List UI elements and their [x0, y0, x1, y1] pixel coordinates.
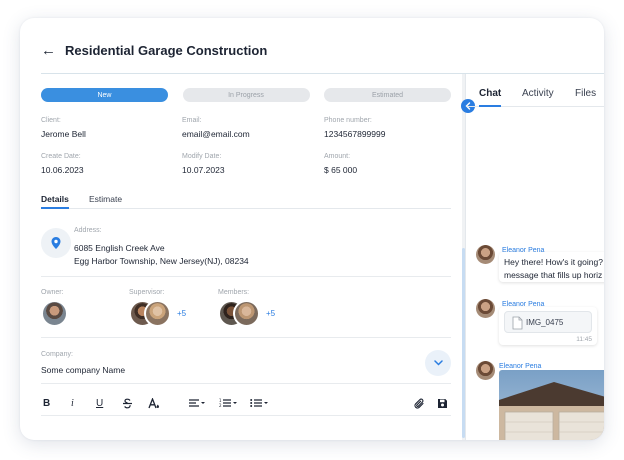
back-arrow-icon[interactable]: ← — [41, 43, 56, 58]
chat-panel: Chat Activity Files Eleanor Pena Hey the… — [466, 74, 604, 440]
location-pin-icon — [41, 228, 71, 258]
supervisor-group: Supervisor: +5 — [129, 289, 186, 327]
save-icon[interactable] — [437, 398, 448, 409]
avatar[interactable] — [144, 300, 171, 327]
members-more-count[interactable]: +5 — [266, 309, 275, 318]
amount-value: $ 65 000 — [324, 165, 358, 175]
tab-estimate[interactable]: Estimate — [89, 194, 122, 209]
company-section: Company: Some company Name — [41, 339, 451, 384]
members-group: Members: +5 — [218, 289, 275, 327]
text-editor-toolbar: B i U 12 — [41, 394, 451, 416]
email-info: Email: email@email.com — [182, 117, 312, 139]
phone-info: Phone number: 1234567899999 — [324, 117, 454, 139]
attach-icon[interactable] — [414, 398, 425, 410]
file-name: IMG_0475 — [526, 318, 564, 327]
message-text-line: message that fills up horiz — [504, 270, 603, 280]
file-icon — [512, 316, 523, 332]
status-in-progress[interactable]: In Progress — [182, 88, 310, 102]
client-label: Client: — [41, 117, 61, 124]
company-label: Company: — [41, 351, 73, 358]
address-label: Address: — [74, 227, 102, 234]
tab-files[interactable]: Files — [575, 88, 596, 107]
message-bubble: Hey there! How's it going? message that … — [499, 252, 604, 282]
client-value: Jerome Bell — [41, 129, 86, 139]
tab-details[interactable]: Details — [41, 194, 69, 209]
file-attachment[interactable]: IMG_0475 — [504, 311, 592, 333]
address-section: Address: 6085 English Creek Ave Egg Harb… — [41, 220, 451, 277]
avatar[interactable] — [41, 300, 68, 327]
text-color-icon[interactable] — [148, 398, 160, 409]
garage-photo[interactable] — [499, 370, 604, 440]
amount-info: Amount: $ 65 000 — [324, 153, 454, 175]
owner-label: Owner: — [41, 289, 64, 296]
project-window: ← Residential Garage Construction New In… — [20, 18, 604, 440]
message-text-line: Hey there! How's it going? — [504, 257, 603, 267]
svg-text:2: 2 — [219, 403, 222, 408]
address-line-2: Egg Harbor Township, New Jersey(NJ), 082… — [74, 256, 249, 266]
page-title: Residential Garage Construction — [65, 42, 268, 58]
owner-group: Owner: — [41, 289, 68, 327]
supervisor-more-count[interactable]: +5 — [177, 309, 186, 318]
modify-date-value: 10.07.2023 — [182, 165, 225, 175]
create-date-value: 10.06.2023 — [41, 165, 84, 175]
strikethrough-icon[interactable] — [122, 398, 133, 409]
project-details-panel: New In Progress Estimated Client: Jerome… — [41, 74, 451, 440]
numbered-list-icon[interactable]: 12 — [219, 398, 238, 408]
message-time: 11:45 — [576, 336, 592, 343]
underline-button[interactable]: U — [96, 398, 103, 409]
amount-label: Amount: — [324, 153, 351, 160]
email-value[interactable]: email@email.com — [182, 129, 312, 139]
bold-button[interactable]: B — [43, 398, 50, 409]
avatar[interactable] — [476, 299, 495, 318]
create-date-label: Create Date: — [41, 153, 81, 160]
page-header: ← Residential Garage Construction — [41, 40, 267, 60]
phone-value[interactable]: 1234567899999 — [324, 129, 454, 139]
tab-activity[interactable]: Activity — [522, 88, 554, 107]
status-estimated[interactable]: Estimated — [324, 88, 451, 102]
avatar[interactable] — [476, 245, 495, 264]
detail-tabs: Details Estimate — [41, 194, 451, 209]
modify-date-label: Modify Date: — [182, 153, 222, 160]
email-label: Email: — [182, 117, 202, 124]
status-pipeline: New In Progress Estimated — [41, 88, 451, 102]
align-icon[interactable] — [188, 398, 206, 408]
avatar[interactable] — [233, 300, 260, 327]
tab-chat[interactable]: Chat — [479, 88, 502, 107]
people-section: Owner: Supervisor: +5 Members: +5 — [41, 278, 451, 338]
company-value: Some company Name — [41, 365, 126, 375]
bullet-list-icon[interactable] — [250, 398, 269, 408]
supervisor-label: Supervisor: — [129, 289, 165, 296]
italic-button[interactable]: i — [71, 398, 74, 409]
message-author: Eleanor Pena — [499, 363, 542, 370]
address-line-1: 6085 English Creek Ave — [74, 243, 165, 253]
chevron-down-icon[interactable] — [425, 350, 451, 376]
status-new[interactable]: New — [41, 88, 168, 102]
phone-label: Phone number: — [324, 117, 372, 124]
avatar[interactable] — [476, 361, 495, 380]
members-label: Members: — [218, 289, 250, 296]
chat-panel-tabs: Chat Activity Files — [466, 74, 604, 107]
file-message-bubble: IMG_0475 11:45 — [499, 307, 597, 345]
create-date-info: Create Date: 10.06.2023 — [41, 153, 171, 175]
modify-date-info: Modify Date: 10.07.2023 — [182, 153, 312, 175]
client-info: Client: Jerome Bell — [41, 117, 171, 139]
